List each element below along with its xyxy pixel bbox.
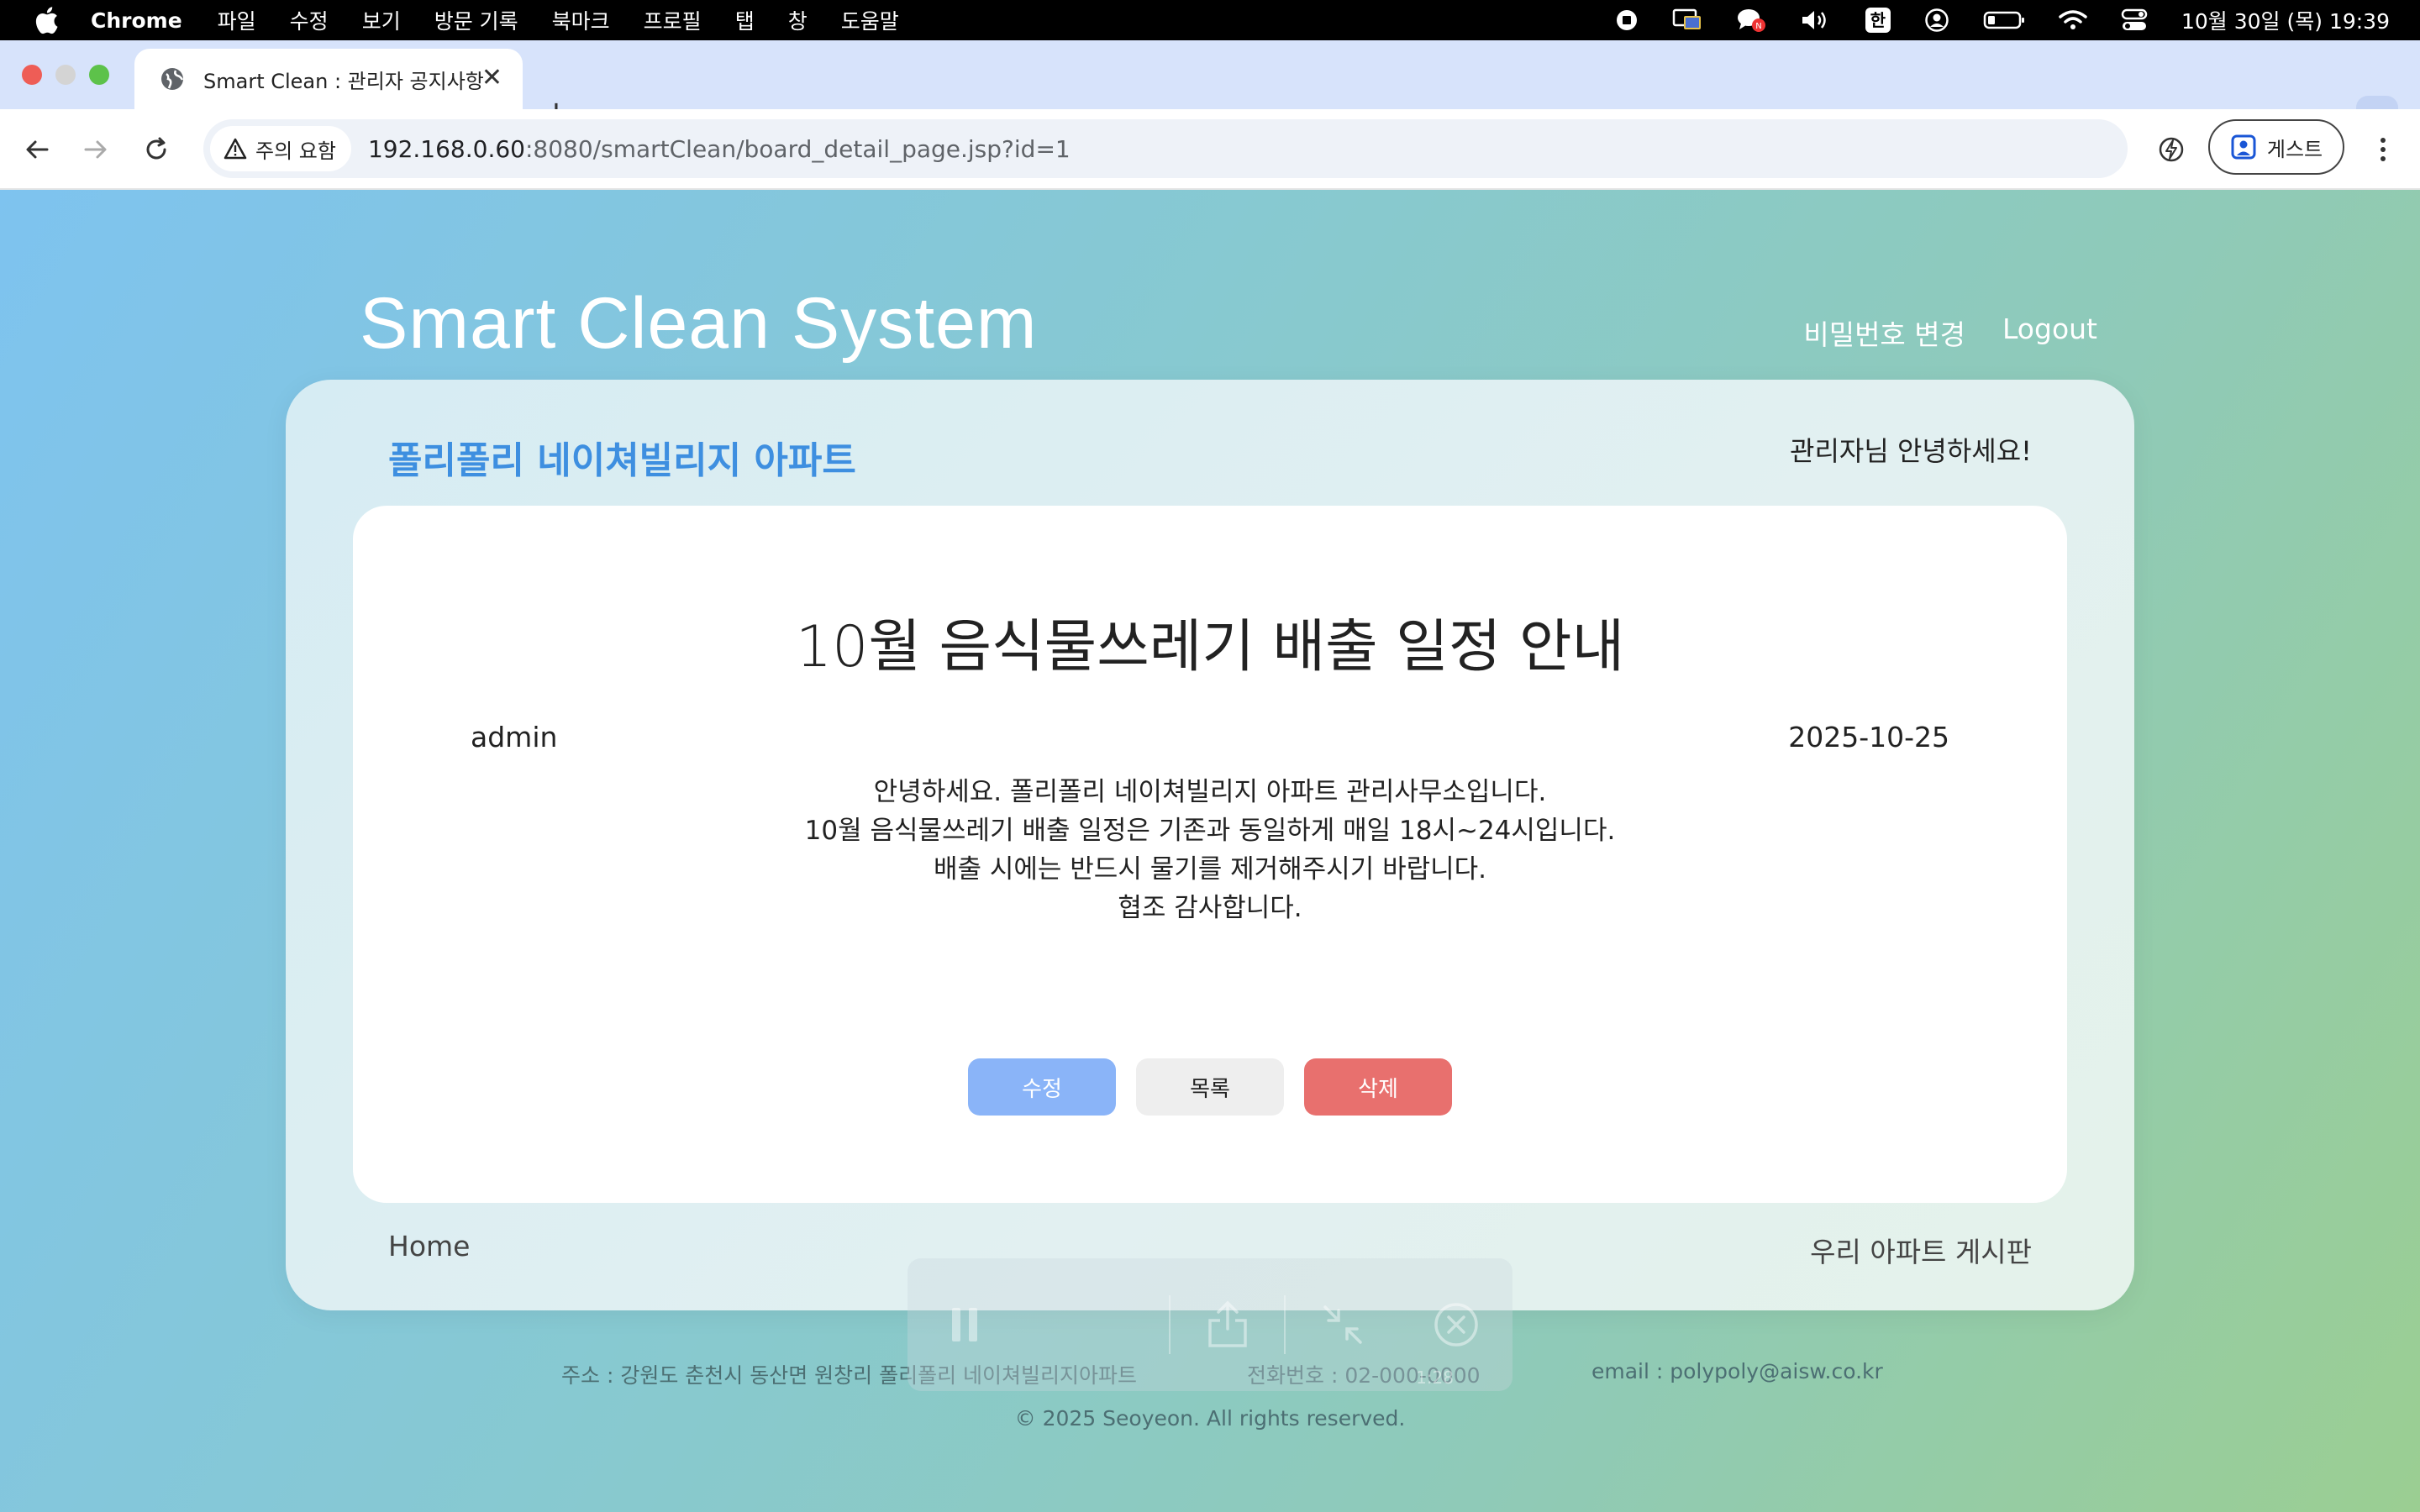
arrow-left-icon bbox=[26, 140, 49, 159]
post-body-line: 배출 시에는 반드시 물기를 제거해주시기 바랍니다. bbox=[933, 854, 1487, 885]
browser-toolbar: 주의 요함 192.168.0.60:8080/smartClean/board… bbox=[0, 109, 2420, 190]
menu-history[interactable]: 방문 기록 bbox=[434, 5, 518, 35]
home-link[interactable]: Home bbox=[388, 1230, 470, 1263]
share-recording-button[interactable] bbox=[1171, 1258, 1284, 1391]
input-source-label: 한 bbox=[1865, 8, 1891, 33]
warning-icon bbox=[224, 138, 247, 160]
collapse-icon bbox=[1323, 1305, 1362, 1344]
edit-button[interactable]: 수정 bbox=[968, 1058, 1116, 1116]
globe-icon bbox=[161, 68, 184, 90]
volume-icon[interactable] bbox=[1800, 8, 1832, 33]
post-body-line: 10월 음식물쓰레기 배출 일정은 기존과 동일하게 매일 18시~24시입니다… bbox=[804, 816, 1616, 846]
tab-title: Smart Clean : 관리자 공지사항 bbox=[203, 69, 484, 93]
collapse-recorder-button[interactable] bbox=[1286, 1258, 1399, 1391]
url-host: 192.168.0.60 bbox=[367, 134, 525, 163]
guest-profile-icon bbox=[2231, 134, 2256, 160]
messenger-icon[interactable]: N bbox=[1736, 7, 1766, 34]
apartment-name: 폴리폴리 네이쳐빌리지 아파트 bbox=[388, 439, 856, 482]
more-vert-icon bbox=[2381, 138, 2386, 161]
delete-button[interactable]: 삭제 bbox=[1304, 1058, 1452, 1116]
menu-tab[interactable]: 탭 bbox=[735, 5, 755, 35]
header-nav: 비밀번호 변경 Logout bbox=[1803, 312, 2097, 353]
pause-recording-button[interactable] bbox=[908, 1258, 1021, 1391]
recording-time: 1:28 bbox=[1416, 1368, 1454, 1388]
input-source-indicator[interactable]: 한 bbox=[1865, 8, 1891, 33]
post-body: 안녕하세요. 폴리폴리 네이쳐빌리지 아파트 관리사무소입니다. 10월 음식물… bbox=[353, 773, 2067, 927]
pause-icon bbox=[951, 1308, 977, 1341]
screen-recorder-overlay: 1:28 bbox=[908, 1258, 1512, 1391]
forward-button[interactable] bbox=[77, 131, 114, 168]
post-author: admin bbox=[471, 721, 558, 753]
address-bar[interactable]: 주의 요함 192.168.0.60:8080/smartClean/board… bbox=[203, 119, 2128, 178]
menu-window[interactable]: 창 bbox=[788, 5, 808, 35]
menu-edit[interactable]: 수정 bbox=[290, 5, 329, 35]
reload-button[interactable] bbox=[138, 131, 175, 168]
menu-file[interactable]: 파일 bbox=[218, 5, 256, 35]
footer-email: email : polypoly@aisw.co.kr bbox=[1591, 1359, 1883, 1383]
site-title[interactable]: Smart Clean System bbox=[360, 282, 1038, 365]
close-circle-icon bbox=[1434, 1303, 1478, 1347]
control-center-icon[interactable] bbox=[2121, 8, 2148, 32]
screen-share-icon[interactable] bbox=[1672, 8, 1702, 33]
arrow-right-icon bbox=[84, 140, 107, 159]
browser-tab-strip: Smart Clean : 관리자 공지사항 ✕ + bbox=[0, 40, 2420, 138]
extension-button[interactable] bbox=[2153, 131, 2190, 168]
change-password-link[interactable]: 비밀번호 변경 bbox=[1803, 312, 1965, 353]
window-minimize-button[interactable] bbox=[55, 65, 76, 85]
list-button[interactable]: 목록 bbox=[1136, 1058, 1284, 1116]
user-account-icon[interactable] bbox=[1924, 8, 1949, 33]
record-stop-icon[interactable] bbox=[1615, 8, 1639, 32]
svg-text:N: N bbox=[1755, 22, 1761, 31]
chrome-menu-button[interactable] bbox=[2365, 131, 2402, 168]
url-text[interactable]: 192.168.0.60:8080/smartClean/board_detai… bbox=[368, 135, 1071, 163]
reload-icon bbox=[146, 137, 166, 160]
logout-link[interactable]: Logout bbox=[2002, 312, 2097, 353]
profile-label: 게스트 bbox=[2266, 137, 2323, 161]
user-greeting: 관리자님 안녕하세요! bbox=[1790, 435, 2032, 467]
post-detail-panel: 10월 음식물쓰레기 배출 일정 안내 admin 2025-10-25 안녕하… bbox=[353, 506, 2067, 1203]
profile-button[interactable]: 게스트 bbox=[2208, 119, 2344, 175]
post-body-line: 협조 감사합니다. bbox=[1118, 893, 1302, 923]
security-status-label: 주의 요함 bbox=[255, 139, 336, 163]
main-card: 폴리폴리 네이쳐빌리지 아파트 관리자님 안녕하세요! 10월 음식물쓰레기 배… bbox=[286, 380, 2134, 1310]
status-area: N 한 10월 30일 (목) 19:39 bbox=[1615, 0, 2420, 40]
menu-bookmarks[interactable]: 북마크 bbox=[552, 5, 610, 35]
post-action-buttons: 수정 목록 삭제 bbox=[353, 1058, 2067, 1116]
menu-profiles[interactable]: 프로필 bbox=[644, 5, 702, 35]
close-tab-icon[interactable]: ✕ bbox=[481, 66, 502, 91]
browser-tab-active[interactable]: Smart Clean : 관리자 공지사항 ✕ bbox=[134, 49, 523, 109]
share-icon bbox=[1207, 1300, 1247, 1347]
web-page: Smart Clean System 비밀번호 변경 Logout 폴리폴리 네… bbox=[0, 190, 2420, 1512]
post-title: 10월 음식물쓰레기 배출 일정 안내 bbox=[795, 614, 1625, 680]
lightning-circle-icon bbox=[2159, 137, 2184, 162]
footer-copyright: © 2025 Seoyeon. All rights reserved. bbox=[1014, 1406, 1406, 1431]
battery-icon[interactable] bbox=[1983, 10, 2025, 30]
menu-help[interactable]: 도움말 bbox=[841, 5, 899, 35]
url-path: :8080/smartClean/board_detail_page.jsp?i… bbox=[524, 134, 1071, 163]
macos-menu-bar: Chrome 파일 수정 보기 방문 기록 북마크 프로필 탭 창 도움말 N … bbox=[0, 0, 2420, 40]
post-date: 2025-10-25 bbox=[1788, 721, 1949, 753]
menu-bar-clock[interactable]: 10월 30일 (목) 19:39 bbox=[2181, 5, 2390, 35]
security-status-chip[interactable]: 주의 요함 bbox=[210, 126, 351, 171]
window-close-button[interactable] bbox=[22, 65, 42, 85]
apartment-board-link[interactable]: 우리 아파트 게시판 bbox=[1810, 1230, 2032, 1270]
apple-logo-icon[interactable] bbox=[34, 6, 59, 34]
window-zoom-button[interactable] bbox=[89, 65, 109, 85]
post-body-line: 안녕하세요. 폴리폴리 네이쳐빌리지 아파트 관리사무소입니다. bbox=[873, 777, 1547, 807]
back-button[interactable] bbox=[18, 131, 55, 168]
menu-view[interactable]: 보기 bbox=[362, 5, 401, 35]
menu-app-chrome[interactable]: Chrome bbox=[91, 8, 182, 33]
wifi-icon[interactable] bbox=[2059, 9, 2087, 31]
